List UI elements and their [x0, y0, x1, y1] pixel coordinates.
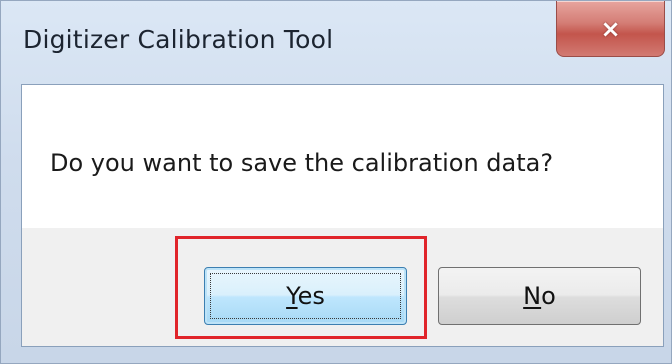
dialog-message: Do you want to save the calibration data…	[50, 149, 554, 177]
title-bar[interactable]: Digitizer Calibration Tool ×	[1, 1, 672, 81]
message-panel: Do you want to save the calibration data…	[22, 85, 663, 228]
close-icon: ×	[600, 14, 621, 43]
no-button[interactable]: No	[438, 267, 641, 325]
dialog-window: Digitizer Calibration Tool × Do you want…	[0, 0, 672, 364]
no-accelerator: N	[523, 282, 542, 310]
no-label-rest: o	[541, 282, 556, 310]
close-button[interactable]: ×	[556, 1, 665, 57]
no-button-label: No	[523, 282, 556, 310]
window-title: Digitizer Calibration Tool	[23, 25, 334, 54]
highlight-annotation	[175, 236, 427, 339]
